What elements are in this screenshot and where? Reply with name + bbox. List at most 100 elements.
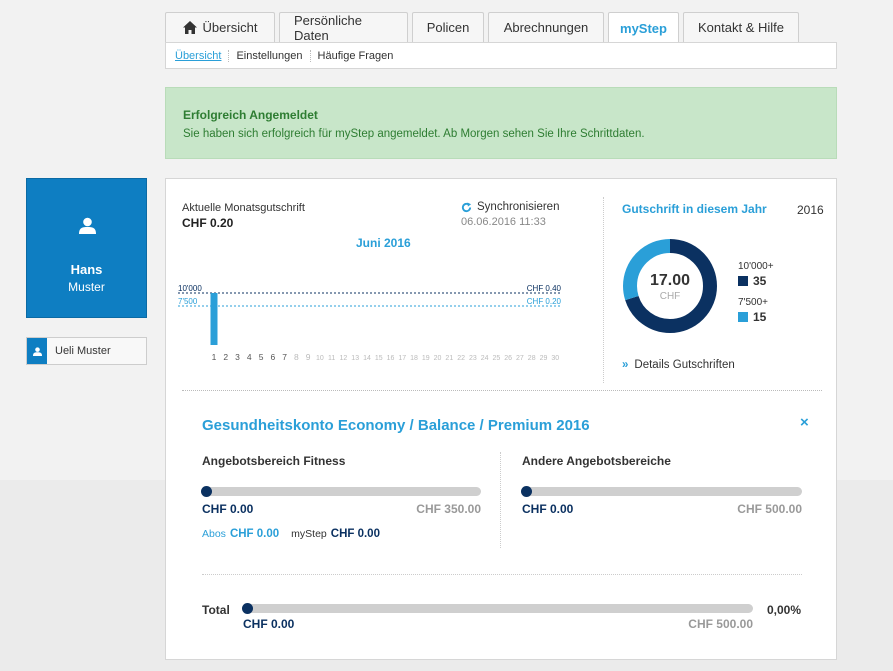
progress-knob: [242, 603, 253, 614]
tab-abrechnungen[interactable]: Abrechnungen: [488, 12, 604, 42]
x-tick-label: 30: [551, 355, 559, 362]
x-tick-label: 3: [235, 352, 240, 362]
close-icon[interactable]: ×: [800, 414, 809, 431]
x-tick-label: 25: [493, 355, 501, 362]
progress-knob: [201, 486, 212, 497]
profile-first-name: Hans: [70, 262, 103, 277]
x-tick-label: 14: [363, 355, 371, 362]
chart-bar: [210, 293, 218, 345]
user-chip-label: Ueli Muster: [55, 345, 111, 357]
legend-value: 35: [753, 274, 767, 288]
column-divider: [603, 197, 604, 383]
mystep-value: CHF 0.00: [330, 528, 380, 540]
tab-policen[interactable]: Policen: [412, 12, 484, 42]
x-tick-label: 26: [504, 355, 512, 362]
mystep-label: myStep: [291, 528, 327, 540]
tab-label: Kontakt & Hilfe: [698, 20, 784, 35]
x-tick-label: 4: [247, 352, 252, 362]
sync-timestamp: 06.06.2016 11:33: [461, 216, 546, 228]
x-tick-label: 21: [445, 355, 453, 362]
abos-label: Abos: [202, 528, 226, 540]
total-label: Total: [202, 603, 230, 617]
tab-uebersicht[interactable]: Übersicht: [165, 12, 275, 42]
x-tick-label: 19: [422, 355, 430, 362]
details-credits-link[interactable]: » Details Gutschriften: [622, 359, 735, 371]
total-current: CHF 0.00: [243, 617, 295, 631]
x-tick-label: 24: [481, 355, 489, 362]
success-alert: Erfolgreich Angemeldet Sie haben sich er…: [165, 87, 837, 159]
threshold-label: 10'000: [178, 284, 202, 293]
legend-label: 7'500+: [738, 297, 768, 308]
x-tick-label: 11: [328, 355, 335, 362]
fitness-progress-bar: [201, 486, 481, 497]
x-tick-label: 5: [259, 352, 264, 362]
total-progress-bar: [242, 603, 753, 614]
other-max: CHF 500.00: [737, 502, 802, 516]
user-icon: [79, 217, 96, 234]
total-percent: 0,00%: [767, 603, 802, 617]
mystep-card: Aktuelle Monatsgutschrift CHF 0.20 Synch…: [165, 178, 837, 660]
x-tick-label: 15: [375, 355, 383, 362]
tab-label: Policen: [426, 20, 470, 35]
user-switch-button[interactable]: Ueli Muster: [26, 337, 147, 365]
total-max: CHF 500.00: [688, 617, 753, 631]
progress-knob: [521, 486, 532, 497]
x-tick-label: 23: [469, 355, 477, 362]
other-progress-bar: [521, 486, 802, 497]
subnav-haeufige-fragen[interactable]: Häufige Fragen: [318, 50, 401, 62]
alert-text: Sie haben sich erfolgreich für myStep an…: [183, 128, 645, 140]
x-tick-label: 22: [457, 355, 465, 362]
daily-steps-chart: 10'000 CHF 0.407'500 CHF 0.201 2 3 4 5 6 7 8 9 10 11…: [178, 284, 562, 362]
account-title: Gesundheitskonto Economy / Balance / Pre…: [202, 417, 590, 434]
x-tick-label: 8: [294, 352, 299, 362]
donut-center: 17.00 CHF: [621, 237, 719, 335]
yearly-credit-year: 2016: [797, 203, 824, 217]
other-title: Andere Angebotsbereiche: [522, 454, 671, 468]
x-tick-label: 9: [306, 352, 311, 362]
x-tick-label: 7: [282, 352, 287, 362]
x-tick-label: 13: [351, 355, 359, 362]
x-tick-label: 28: [528, 355, 536, 362]
x-tick-label: 20: [434, 355, 442, 362]
tab-label: Übersicht: [202, 20, 258, 35]
tab-mystep[interactable]: myStep: [608, 12, 679, 43]
fitness-title: Angebotsbereich Fitness: [202, 454, 346, 468]
x-tick-label: 12: [340, 355, 348, 362]
legend-swatch: [738, 276, 748, 286]
legend-label: 10'000+: [738, 261, 774, 272]
profile-last-name: Muster: [68, 280, 105, 294]
legend-item-10000: 10'000+ 35: [738, 261, 774, 288]
x-tick-label: 2: [223, 352, 228, 362]
x-tick-label: 29: [540, 355, 548, 362]
chart-title: Juni 2016: [356, 236, 411, 250]
donut-total: 17.00: [649, 272, 691, 289]
section-divider: [202, 574, 802, 575]
x-tick-label: 10: [316, 355, 324, 362]
fitness-current: CHF 0.00: [202, 502, 254, 516]
column-divider: [500, 452, 501, 548]
x-tick-label: 17: [398, 355, 406, 362]
user-icon: [27, 338, 47, 364]
details-link-label: Details Gutschriften: [634, 359, 735, 371]
threshold-value-label: CHF 0.40: [527, 284, 562, 293]
tab-label: Abrechnungen: [503, 20, 589, 35]
tab-persoenliche-daten[interactable]: Persönliche Daten: [279, 12, 408, 43]
abos-mystep-summary: Abos CHF 0.00 myStep CHF 0.00: [202, 528, 380, 540]
legend-value: 15: [753, 310, 767, 324]
threshold-label: 7'500: [178, 297, 198, 306]
profile-card[interactable]: Hans Muster: [26, 178, 147, 318]
x-tick-label: 1: [212, 352, 217, 362]
threshold-value-label: CHF 0.20: [527, 297, 562, 306]
main-tabs: Übersicht Persönliche Daten Policen Abre…: [165, 12, 799, 43]
donut-currency: CHF: [659, 291, 681, 302]
other-current: CHF 0.00: [522, 502, 574, 516]
x-tick-label: 27: [516, 355, 524, 362]
sync-button[interactable]: Synchronisieren: [461, 201, 559, 213]
home-icon: [182, 21, 197, 34]
subnav-einstellungen[interactable]: Einstellungen: [236, 49, 311, 62]
subnav-uebersicht[interactable]: Übersicht: [175, 49, 230, 62]
legend-swatch: [738, 312, 748, 322]
tab-kontakt-hilfe[interactable]: Kontakt & Hilfe: [683, 12, 799, 42]
x-tick-label: 18: [410, 355, 418, 362]
x-tick-label: 6: [270, 352, 275, 362]
